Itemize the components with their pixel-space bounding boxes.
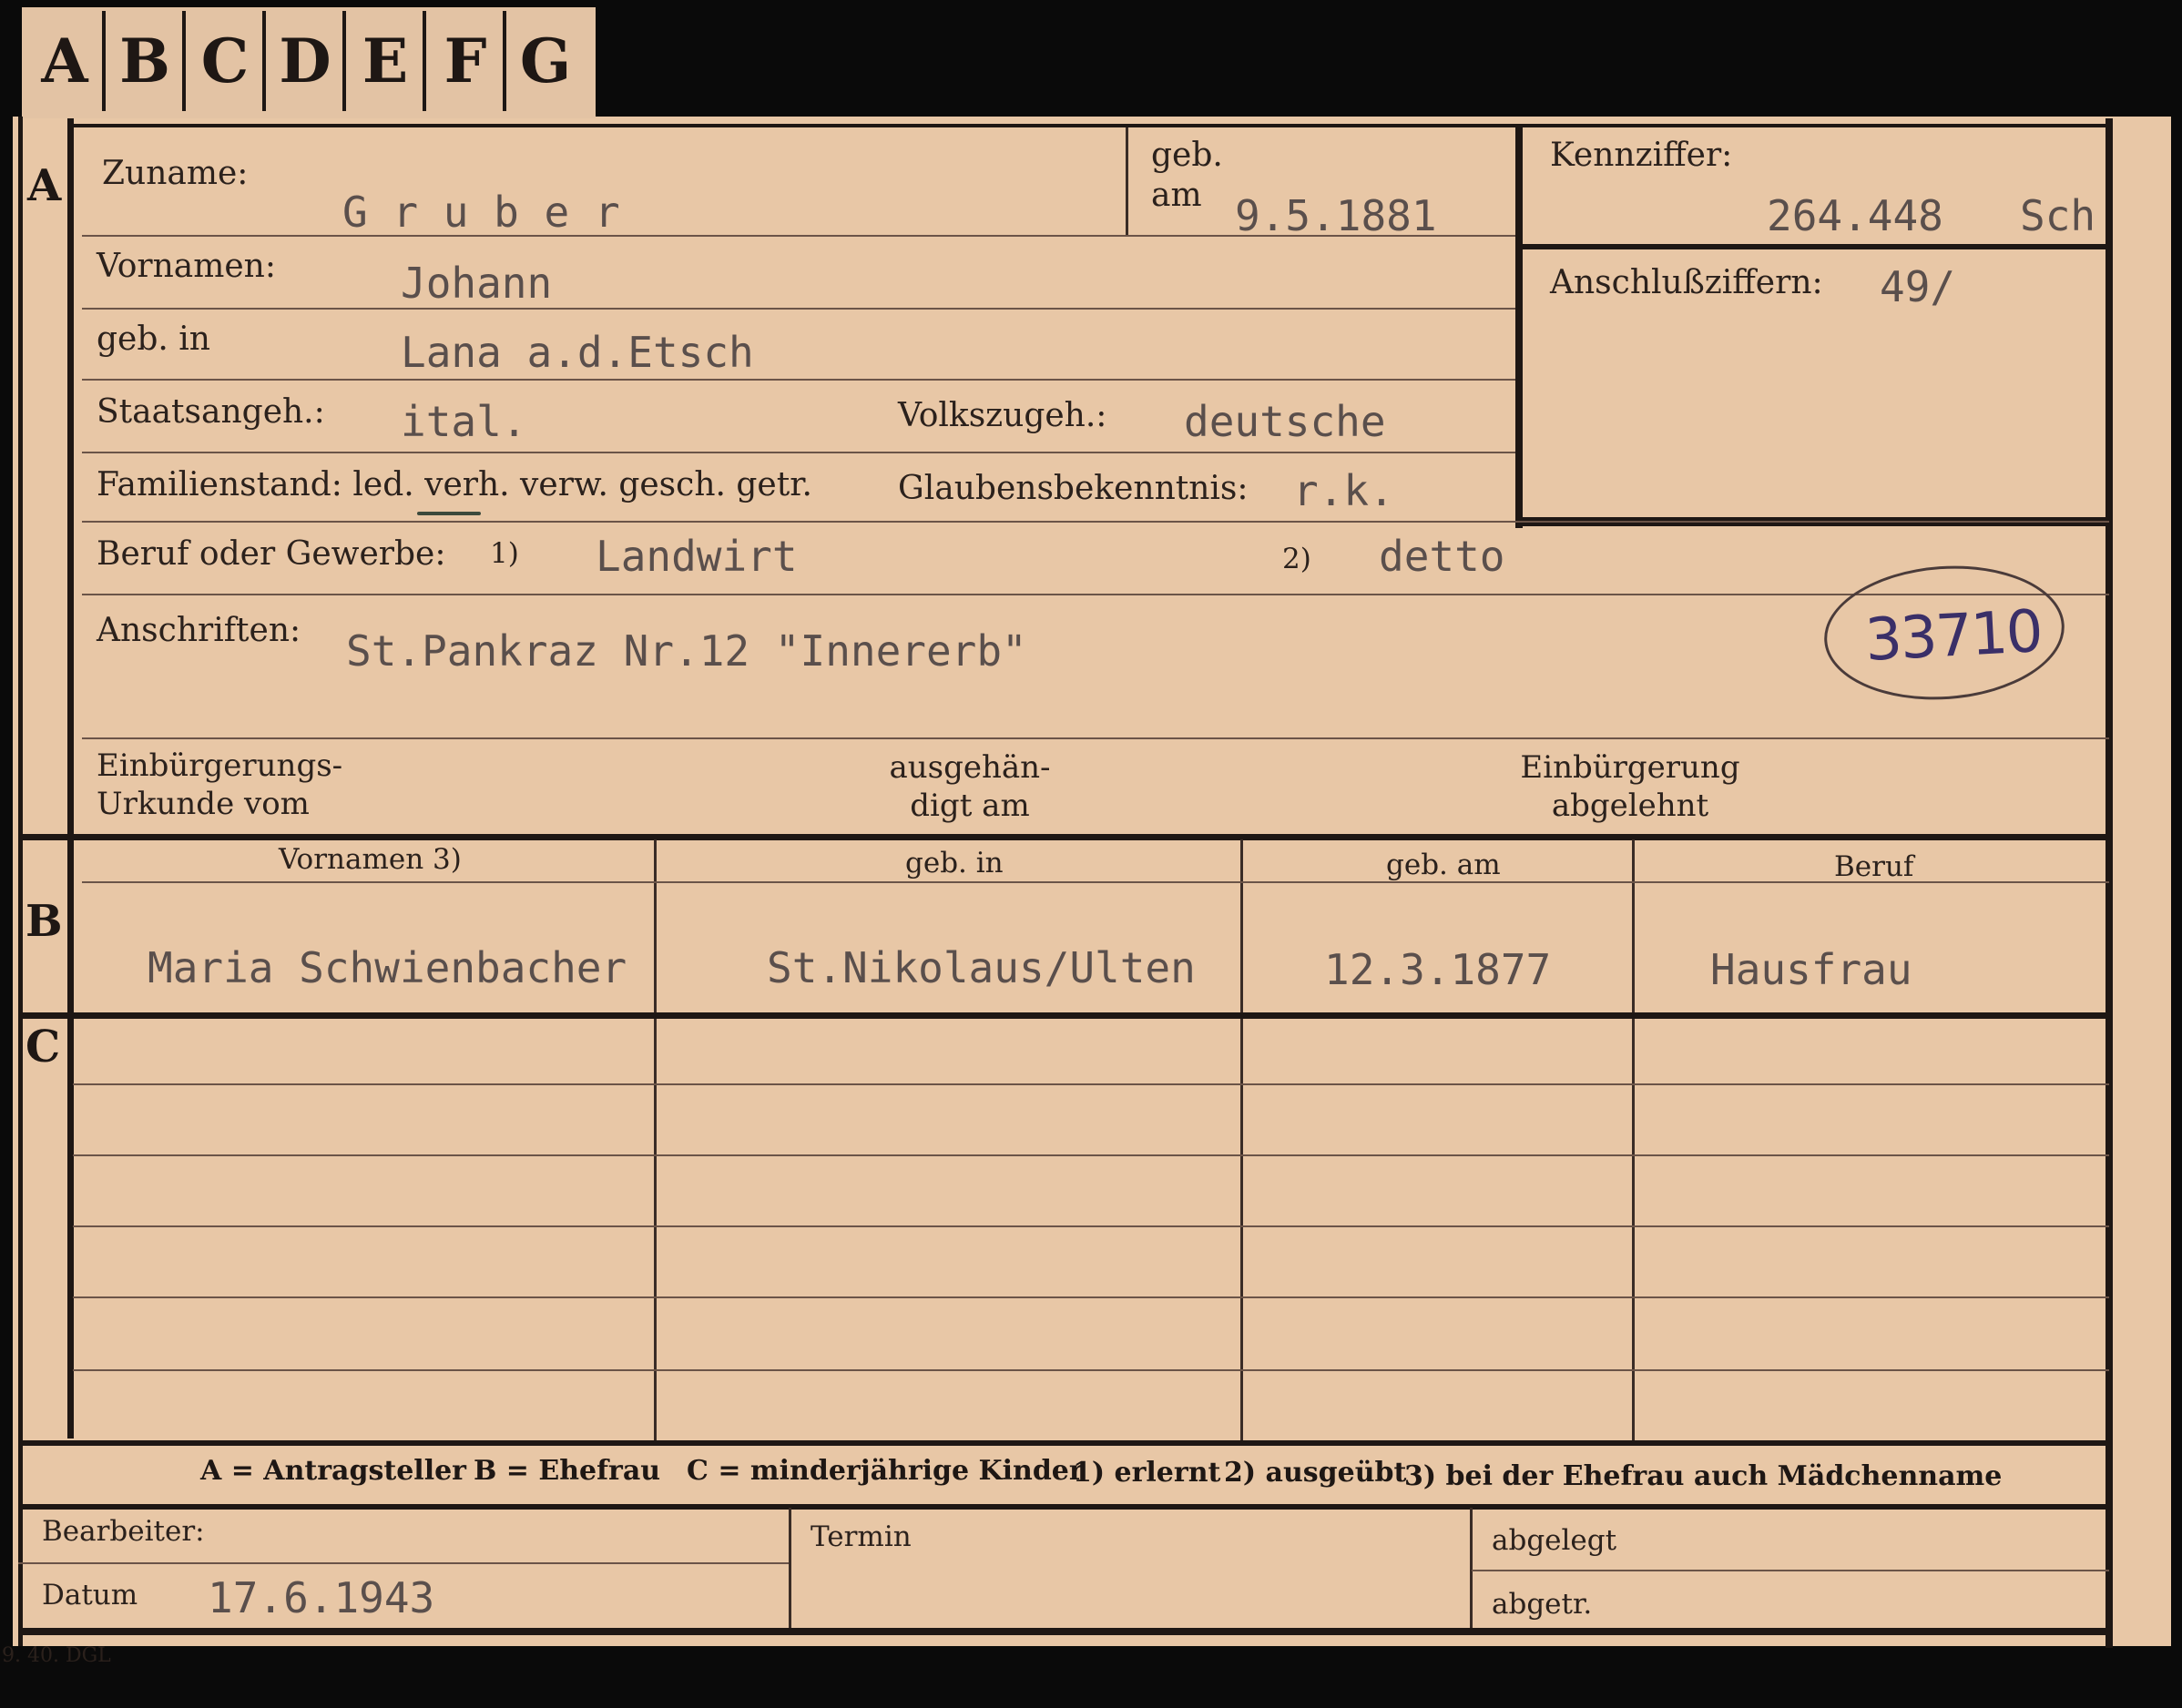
naturalization-label: Einbürgerungs- Urkunde vom — [97, 747, 343, 822]
deadline-label: Termin — [811, 1520, 912, 1553]
stamp-number: 33710 — [1863, 597, 2044, 676]
occupation-label: Beruf oder Gewerbe: — [97, 535, 446, 573]
firstnames-value: Johann — [401, 259, 553, 308]
spouse-firstnames-value: Maria Schwienbacher — [148, 943, 627, 992]
connection-value: 49/ — [1880, 262, 1956, 311]
surname-value: G r u b e r — [342, 188, 620, 237]
id-box-mid — [1523, 244, 2109, 249]
footer-mid-line-right — [1472, 1570, 2109, 1571]
occupation-practiced-value: detto — [1379, 532, 1505, 581]
row-line-6 — [82, 594, 2109, 595]
tab-g[interactable]: G — [508, 11, 583, 111]
left-border — [18, 117, 23, 1646]
footer-col-line-2 — [1470, 1508, 1473, 1628]
row-line-5 — [82, 521, 2109, 523]
header-occupation: Beruf — [1834, 850, 1914, 883]
birthplace-label: geb. in — [97, 320, 210, 358]
section-a-label: A — [27, 160, 62, 211]
spouse-birthplace-value: St.Nikolaus/Ulten — [767, 943, 1196, 992]
section-column-line — [67, 118, 74, 1439]
header-firstnames: Vornamen 3) — [279, 843, 462, 876]
legend-applicant: A = Antragsteller — [200, 1455, 466, 1487]
birthdate-value: 9.5.1881 — [1235, 191, 1437, 240]
children-row-line-4 — [73, 1296, 2109, 1298]
naturalization-rejected-label: Einbürgerung abgelehnt — [1520, 749, 1740, 824]
tab-b[interactable]: B — [107, 11, 186, 111]
tab-c[interactable]: C — [188, 11, 266, 111]
id-label: Kennziffer: — [1550, 137, 1733, 174]
tab-d[interactable]: D — [268, 11, 346, 111]
tab-e[interactable]: E — [348, 11, 426, 111]
header-birthdate: geb. am — [1386, 849, 1501, 881]
ethnicity-label: Volkszugeh.: — [898, 397, 1107, 434]
section-b-top-line — [18, 834, 2109, 840]
right-border — [2106, 118, 2113, 1648]
section-c-label: C — [25, 1022, 61, 1073]
children-row-line-1 — [73, 1083, 2109, 1085]
date-value: 17.6.1943 — [208, 1573, 435, 1622]
birthdate-divider — [1126, 127, 1128, 235]
id-box-left — [1515, 124, 1523, 528]
section-a-top-line — [73, 124, 2109, 127]
occupation-note-2: 2) — [1282, 543, 1311, 575]
address-label: Anschriften: — [97, 612, 301, 649]
surname-label: Zuname: — [102, 155, 249, 192]
spouse-birthdate-value: 12.3.1877 — [1324, 945, 1552, 994]
sent-label: abgetr. — [1492, 1588, 1593, 1621]
religion-value: r.k. — [1293, 466, 1394, 515]
table-header-line — [82, 881, 2109, 883]
row-line-1 — [82, 235, 1515, 237]
footer-mid-line-left — [18, 1562, 789, 1564]
tab-a[interactable]: A — [27, 11, 106, 111]
marital-married-underline — [417, 512, 481, 515]
occupation-note-1: 1) — [490, 537, 519, 570]
clerk-label: Bearbeiter: — [42, 1515, 205, 1548]
birthdate-label-line1: geb. — [1151, 137, 1223, 174]
table-col-line-1 — [654, 839, 657, 1440]
tab-f[interactable]: F — [428, 11, 506, 111]
row-line-3 — [82, 379, 1515, 381]
filed-label: abgelegt — [1492, 1524, 1617, 1557]
section-b-label: B — [25, 896, 63, 947]
citizenship-value: ital. — [401, 397, 527, 446]
children-row-line-2 — [73, 1154, 2109, 1156]
legend-note-3: 3) bei der Ehefrau auch Mädchenname — [1404, 1460, 2003, 1492]
row-line-7 — [82, 737, 2109, 739]
handed-out-label: ausgehän- digt am — [889, 749, 1051, 824]
table-col-line-3 — [1632, 839, 1635, 1440]
id-number: 264.448 — [1767, 191, 1943, 240]
firstnames-label: Vornamen: — [97, 248, 276, 285]
legend-top-line — [18, 1440, 2109, 1446]
table-col-line-2 — [1240, 839, 1243, 1440]
ethnicity-value: deutsche — [1184, 397, 1386, 446]
date-label: Datum — [42, 1579, 138, 1611]
legend-note-2: 2) ausgeübt — [1224, 1457, 1407, 1489]
occupation-learned-value: Landwirt — [596, 532, 798, 581]
legend-bottom-line — [18, 1504, 2109, 1510]
legend-children: C = minderjährige Kinder — [687, 1455, 1084, 1487]
connection-label: Anschlußziffern: — [1550, 264, 1823, 301]
legend-spouse: B = Ehefrau — [474, 1455, 661, 1487]
print-code: 9. 40. DGL — [2, 1644, 111, 1667]
header-birthplace: geb. in — [905, 847, 1004, 879]
children-row-line-3 — [73, 1225, 2109, 1227]
religion-label: Glaubensbekenntnis: — [898, 470, 1249, 507]
spouse-occupation-value: Hausfrau — [1710, 945, 1912, 994]
row-line-2 — [82, 308, 1515, 310]
section-c-top-line — [18, 1012, 2109, 1019]
marital-status-label: Familienstand: led. verh. verw. gesch. g… — [97, 466, 812, 503]
birthplace-value: Lana a.d.Etsch — [401, 328, 754, 377]
birthdate-label-line2: am — [1151, 177, 1202, 214]
citizenship-label: Staatsangeh.: — [97, 393, 325, 431]
footer-col-line-1 — [789, 1508, 791, 1628]
children-row-line-5 — [73, 1369, 2109, 1371]
legend-note-1: 1) erlernt — [1073, 1457, 1221, 1489]
address-value: St.Pankraz Nr.12 "Innererb" — [346, 626, 1027, 676]
row-line-4 — [82, 452, 1515, 453]
id-suffix: Sch — [2020, 191, 2096, 240]
footer-bottom-line — [18, 1628, 2109, 1635]
